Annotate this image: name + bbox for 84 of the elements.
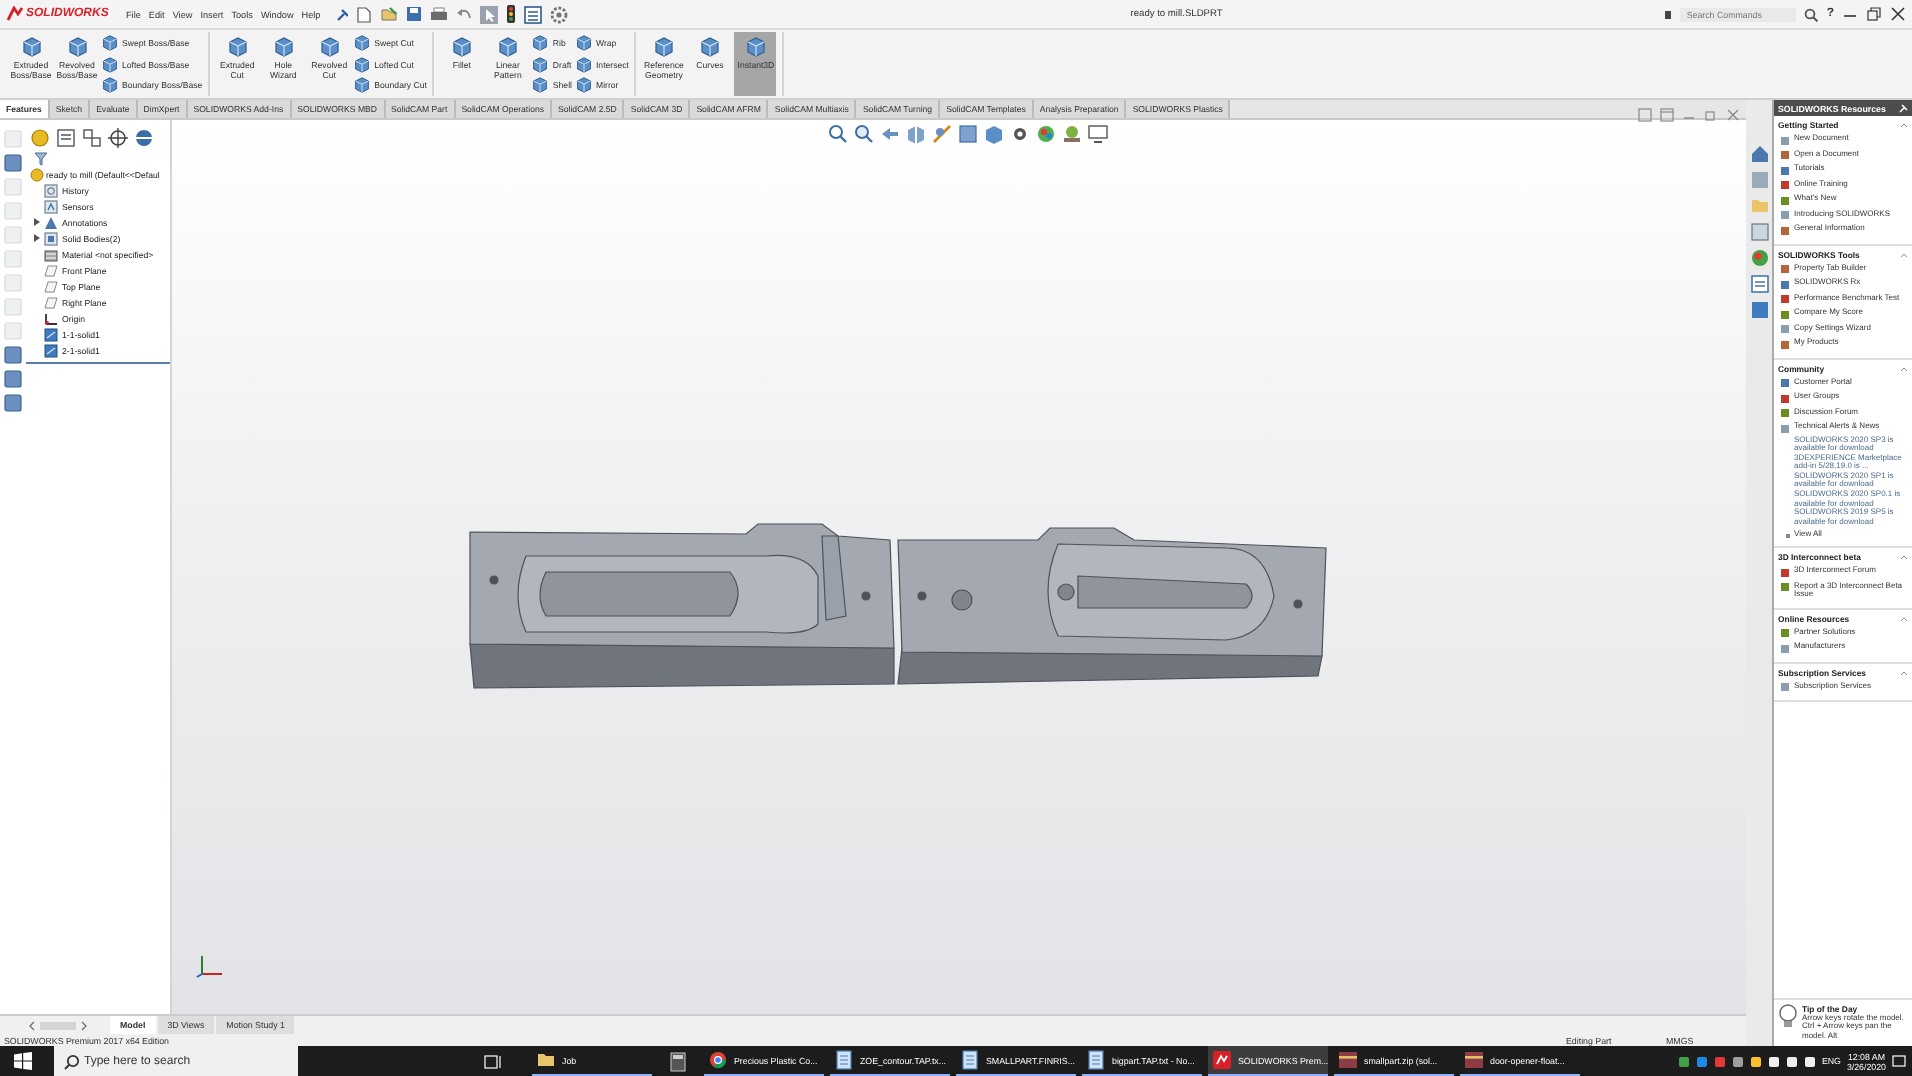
folder-icon [536, 1050, 556, 1070]
annotation-icon [44, 215, 58, 229]
display-style-icon[interactable] [984, 124, 1004, 144]
appearances-icon[interactable] [1749, 248, 1769, 268]
print-icon[interactable] [430, 6, 449, 22]
restore-icon[interactable] [1866, 6, 1882, 22]
cube-icon [227, 36, 248, 58]
display-tab-icon[interactable] [134, 128, 154, 148]
cube-icon [451, 36, 472, 58]
history-folder-icon [44, 183, 58, 197]
cube-icon [273, 36, 294, 58]
traffic-light-icon[interactable] [506, 4, 517, 24]
cube-icon [319, 36, 340, 58]
save-icon[interactable] [406, 6, 423, 22]
cube-icon [532, 55, 549, 73]
cube-icon [653, 36, 674, 58]
cube-icon [575, 34, 592, 52]
settings-icon[interactable] [550, 5, 569, 23]
filter-icon[interactable] [34, 152, 48, 166]
feature-manager-tab-icon[interactable] [30, 128, 50, 148]
calculator-icon[interactable] [670, 1051, 686, 1071]
cube-icon [102, 34, 118, 52]
appearance-icon[interactable] [1036, 124, 1056, 144]
cube-icon [354, 55, 371, 73]
custom-properties-icon[interactable] [1749, 274, 1769, 294]
dynamic-annotation-icon[interactable] [932, 124, 952, 144]
cube-icon [354, 76, 371, 94]
previous-view-icon[interactable] [880, 124, 900, 144]
property-manager-tab-icon[interactable] [56, 128, 76, 148]
select-pointer-icon[interactable] [480, 5, 499, 23]
sensor-icon [44, 199, 58, 213]
view-palette-icon[interactable] [1749, 222, 1769, 242]
file-properties-icon[interactable] [524, 5, 543, 23]
close-icon[interactable] [1890, 6, 1906, 22]
configuration-tab-icon[interactable] [82, 128, 102, 148]
cube-icon [354, 34, 371, 52]
coordinate-triad-icon [196, 954, 224, 978]
link-icon [1780, 682, 1790, 693]
archive-icon [1464, 1050, 1484, 1070]
cube-icon [699, 36, 720, 58]
scroll-arrows-icon[interactable] [28, 1019, 88, 1031]
pin-icon[interactable] [336, 7, 349, 21]
crosshair-tab-icon[interactable] [108, 128, 128, 148]
zoom-to-fit-icon[interactable] [828, 124, 848, 144]
cube-icon [102, 76, 118, 94]
tile-view-icon[interactable] [1638, 108, 1652, 122]
cube-icon [497, 36, 518, 58]
solid-bodies-icon [44, 231, 58, 245]
solidworks-app-icon [1212, 1050, 1232, 1070]
logo-icon [6, 6, 24, 22]
archive-icon [1338, 1050, 1358, 1070]
notepad-icon [834, 1050, 854, 1070]
notepad-icon [960, 1050, 980, 1070]
section-view-icon[interactable] [906, 124, 926, 144]
scene-icon[interactable] [1062, 124, 1082, 144]
cube-icon [21, 36, 41, 58]
task-view-icon[interactable] [484, 1053, 504, 1069]
view-tool-icon[interactable] [4, 154, 22, 172]
search-icon[interactable] [1804, 7, 1819, 21]
notepad-icon [1086, 1050, 1106, 1070]
cube-icon [745, 36, 766, 58]
open-folder-icon[interactable] [380, 6, 399, 22]
browser-icon [708, 1050, 728, 1070]
cube-icon [102, 55, 118, 73]
material-icon [44, 247, 58, 261]
monitor-icon[interactable] [1088, 124, 1108, 144]
cube-icon [575, 55, 592, 73]
cube-icon [575, 76, 592, 94]
new-document-icon[interactable] [356, 5, 373, 23]
cube-icon [67, 36, 87, 58]
notification-icon[interactable] [1892, 1054, 1906, 1068]
origin-icon [44, 311, 58, 325]
windows-start-icon[interactable] [14, 1052, 32, 1070]
view-orientation-icon[interactable] [958, 124, 978, 144]
home-icon[interactable] [1749, 144, 1769, 164]
window-view-icon[interactable] [1660, 108, 1674, 122]
undo-icon[interactable] [456, 6, 473, 22]
cube-icon [532, 76, 549, 94]
hide-show-icon[interactable] [1010, 124, 1030, 144]
cube-icon [532, 34, 549, 52]
part-icon [30, 168, 44, 182]
lightbulb-icon [1778, 1003, 1798, 1028]
search-icon [64, 1053, 80, 1069]
zoom-area-icon[interactable] [854, 124, 874, 144]
